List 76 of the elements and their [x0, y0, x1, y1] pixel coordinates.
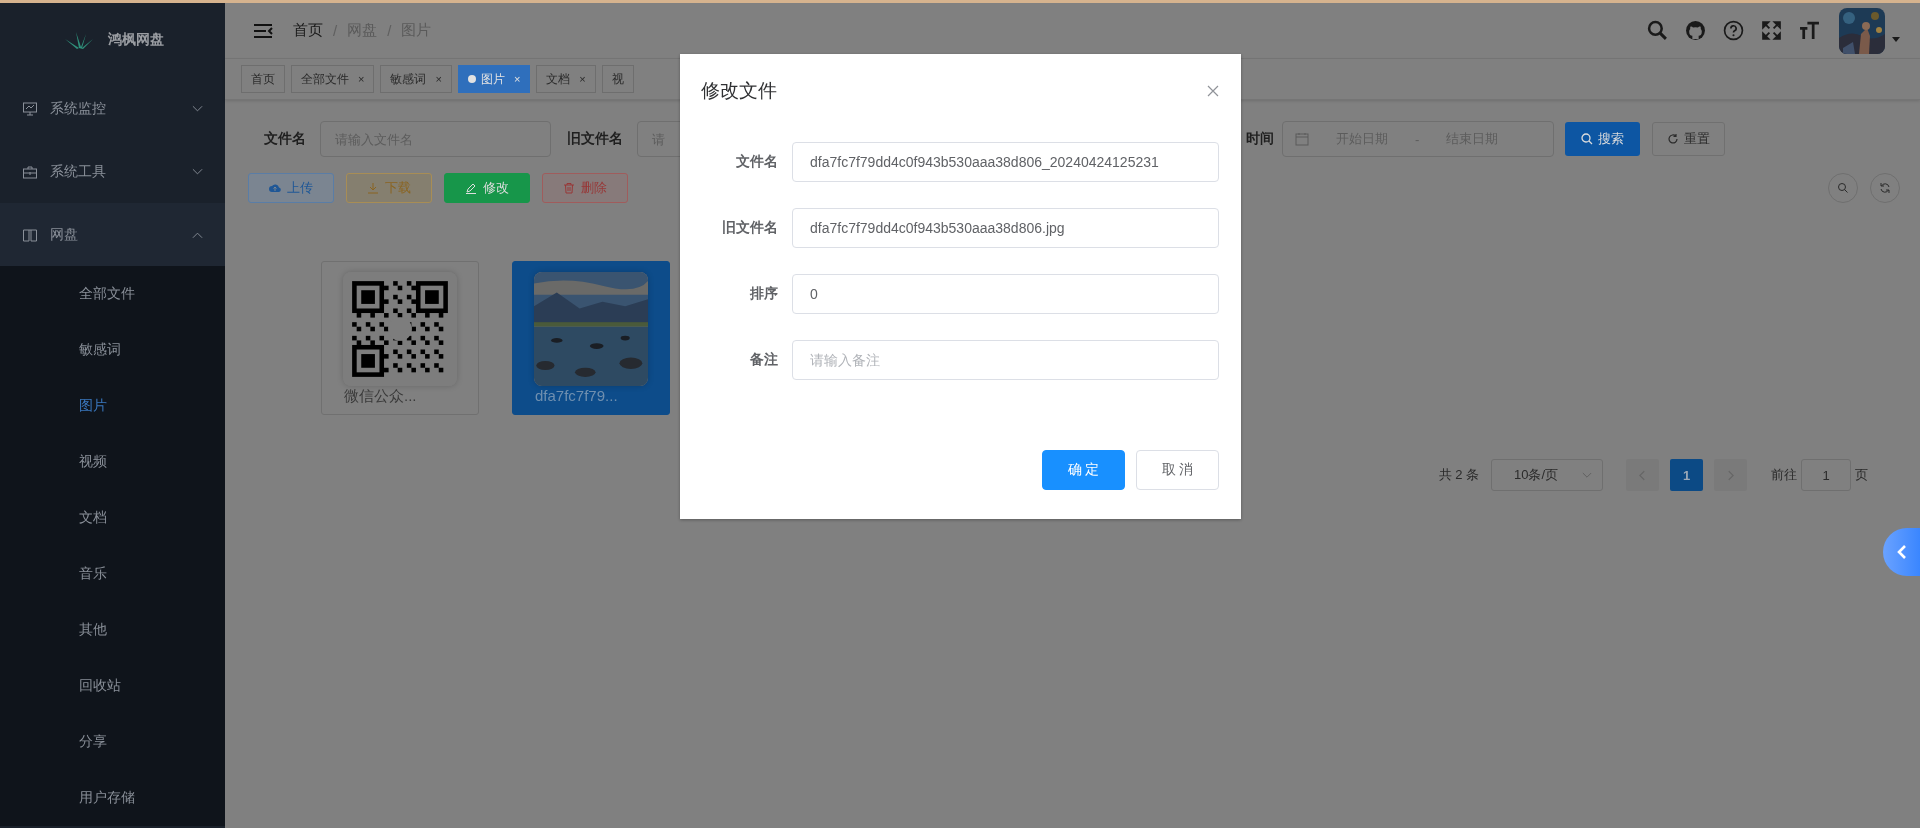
sidebar-item[interactable]: 全部文件: [0, 266, 225, 322]
trash-icon: [563, 182, 575, 194]
dialog-title: 修改文件: [701, 79, 777, 103]
sidebar-item[interactable]: 分享: [0, 714, 225, 770]
chevron-icon: [192, 230, 203, 239]
search-icon[interactable]: [1647, 20, 1668, 41]
field-label: 备注: [749, 351, 779, 369]
menu-icon[interactable]: [253, 22, 273, 39]
page-tab[interactable]: 首页: [241, 65, 285, 93]
input-field[interactable]: 0: [792, 274, 1219, 314]
close-icon[interactable]: [1207, 85, 1219, 97]
fullscreen-icon[interactable]: [1761, 20, 1782, 41]
page-tab[interactable]: 全部文件 ×: [291, 65, 375, 93]
sidebar-item[interactable]: 敏感词: [0, 322, 225, 378]
reset-button[interactable]: 重置: [1652, 122, 1725, 156]
page-input[interactable]: 1: [1801, 459, 1851, 491]
font-size-icon[interactable]: [1799, 20, 1820, 41]
search-toggle-button[interactable]: [1828, 173, 1858, 203]
page-tab[interactable]: 文档 ×: [536, 65, 596, 93]
sidebar-menu[interactable]: 网盘: [0, 203, 225, 266]
page-tab[interactable]: 视: [601, 65, 634, 93]
total-count: 共 2 条: [1438, 466, 1479, 484]
pencil-icon: [465, 182, 477, 194]
goto-label: 前往: [1771, 466, 1797, 484]
toolbar-button[interactable]: 修改: [444, 173, 530, 203]
field-label: 文件名: [735, 153, 779, 171]
sidebar-item[interactable]: 文档: [0, 490, 225, 546]
page-number[interactable]: 1: [1670, 459, 1703, 491]
search-button[interactable]: 搜索: [1565, 122, 1640, 156]
github-icon[interactable]: [1685, 20, 1706, 41]
refresh-icon: [1667, 133, 1679, 145]
search-icon: [1581, 133, 1593, 145]
app-name: 鸿枫网盘: [107, 31, 164, 49]
book-icon: [22, 226, 38, 243]
page-tab[interactable]: 图片 ×: [457, 65, 531, 93]
file-name: 微信公众...: [344, 386, 417, 406]
field-label: 旧文件名: [721, 219, 779, 237]
breadcrumb-separator: /: [333, 22, 338, 39]
cancel-button[interactable]: 取 消: [1136, 450, 1219, 490]
field-label: 文件名: [264, 130, 306, 148]
chevron-icon: [1582, 471, 1592, 479]
sidebar-menu[interactable]: 系统工具: [0, 140, 225, 203]
input-field[interactable]: dfa7fc7f79dd4c0f943b530aaa38d806_20240424125231: [792, 142, 1219, 182]
confirm-button[interactable]: 确 定: [1042, 450, 1125, 490]
monitor-icon: [22, 100, 38, 117]
page-tab[interactable]: 敏感词 ×: [380, 65, 452, 93]
cloud-upload-icon: [269, 182, 281, 194]
breadcrumb-separator: /: [387, 22, 392, 39]
sidebar-item[interactable]: 回收站: [0, 658, 225, 714]
field-label: 旧文件名: [567, 130, 623, 148]
sidebar-item[interactable]: 图片: [0, 378, 225, 434]
input-field[interactable]: dfa7fc7f79dd4c0f943b530aaa38d806.jpg: [792, 208, 1219, 248]
file-name: dfa7fc7f79...: [535, 386, 618, 406]
breadcrumb-link[interactable]: 首页: [293, 21, 323, 40]
sidebar-item[interactable]: 视频: [0, 434, 225, 490]
file-card[interactable]: dfa7fc7f79...: [512, 261, 670, 415]
page-unit: 页: [1855, 466, 1868, 484]
chevron-icon: [192, 104, 203, 113]
sidebar-item[interactable]: 用户存储: [0, 770, 225, 826]
download-icon: [367, 182, 379, 194]
toolbox-icon: [22, 163, 38, 180]
search-icon: [1837, 182, 1849, 194]
help-icon[interactable]: [1723, 20, 1744, 41]
caret-icon[interactable]: [1892, 37, 1900, 42]
field-label: 时间: [1246, 130, 1274, 148]
page-size-select[interactable]: 10条/页: [1491, 459, 1603, 491]
calendar-icon: [1295, 132, 1309, 146]
refresh-icon: [1879, 182, 1891, 194]
field-label: 排序: [749, 285, 779, 303]
sidebar-menu[interactable]: 系统监控: [0, 77, 225, 140]
sidebar-item[interactable]: 其他: [0, 602, 225, 658]
input-field[interactable]: 请输入备注: [792, 340, 1219, 380]
file-card[interactable]: 微信公众...: [321, 261, 479, 415]
chevron-icon: [192, 167, 203, 176]
chevron-icon: [1896, 544, 1907, 560]
sidebar-item[interactable]: 音乐: [0, 546, 225, 602]
